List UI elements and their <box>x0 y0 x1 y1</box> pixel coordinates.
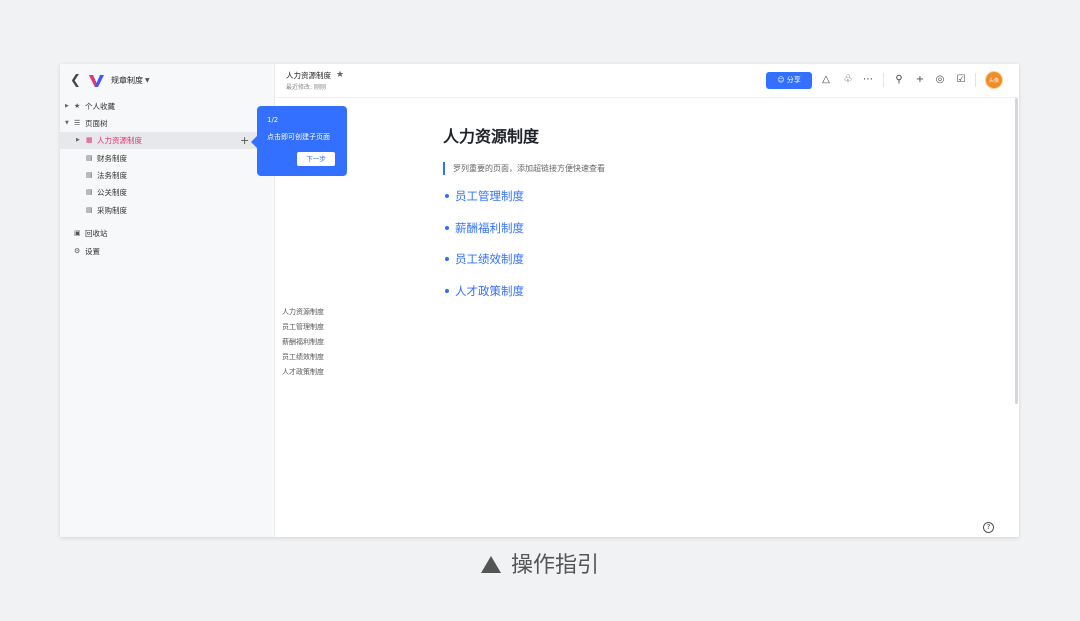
location-pin-icon[interactable]: ◎ <box>933 73 947 87</box>
sidebar-item-label: 人力资源制度 <box>97 136 142 145</box>
user-icon: ☺ <box>777 76 785 84</box>
trophy-icon[interactable]: △ <box>819 73 833 87</box>
link-item[interactable]: 员工绩效制度 <box>443 251 524 283</box>
doc-meta: 最近修改: 刚刚 <box>286 84 326 91</box>
outline-item[interactable]: 薪酬福利制度 <box>282 335 324 350</box>
next-step-button[interactable]: 下一步 <box>297 152 335 166</box>
outline-item[interactable]: 人才政策制度 <box>282 365 324 380</box>
expand-arrow-icon[interactable]: ▶ <box>76 132 80 149</box>
more-icon[interactable]: ⋯ <box>861 73 875 87</box>
document-icon: ▦ <box>86 136 93 144</box>
favorite-star-icon[interactable]: ★ <box>336 70 344 80</box>
sidebar-item-legal[interactable]: ▤ 法务制度 <box>60 167 275 184</box>
sidebar-item-label: 公关制度 <box>97 188 127 197</box>
guide-text: 点击即可创建子页面 <box>267 133 330 141</box>
plus-icon[interactable]: + <box>913 73 927 87</box>
document-icon: ▤ <box>86 206 93 214</box>
sidebar-item-finance[interactable]: ▤ 财务制度 <box>60 150 275 167</box>
document-icon: ▤ <box>86 154 93 162</box>
trash-icon: ▣ <box>74 229 81 237</box>
help-icon[interactable]: ? <box>983 522 994 533</box>
app-window: ❮ 规章制度 ▼ ▶ ★ 个人收藏 ▼ ☰ 页面树 ▶ ▦ 人力资源制度 + ▤… <box>60 64 1019 537</box>
outline-item[interactable]: 员工绩效制度 <box>282 350 324 365</box>
divider <box>975 73 976 87</box>
gear-icon: ⚙ <box>74 247 81 255</box>
quote-block: 罗列重要的页面，添加超链接方便快速查看 <box>443 162 605 175</box>
scrollbar[interactable] <box>1015 98 1018 404</box>
caption: 操作指引 <box>0 549 1080 583</box>
checkbox-icon[interactable]: ☑ <box>954 73 968 87</box>
top-bar: 人力资源制度 ★ 最近修改: 刚刚 ☺ 分享 △ ♧ ⋯ ⚲ + ◎ ☑ 头像 <box>275 64 1019 98</box>
sidebar-item-label: 回收站 <box>85 229 108 238</box>
outline-panel: 人力资源制度 员工管理制度 薪酬福利制度 员工绩效制度 人才政策制度 <box>282 305 324 380</box>
sidebar-item-favorites[interactable]: ▶ ★ 个人收藏 <box>60 98 275 115</box>
avatar[interactable]: 头像 <box>985 71 1003 89</box>
sidebar-item-label: 页面树 <box>85 119 108 128</box>
share-button[interactable]: ☺ 分享 <box>766 72 812 89</box>
logo-icon <box>89 75 104 87</box>
collapse-arrow-icon[interactable]: ▼ <box>65 115 69 132</box>
link-list: 员工管理制度 薪酬福利制度 员工绩效制度 人才政策制度 <box>443 188 524 314</box>
bell-icon[interactable]: ♧ <box>841 73 855 87</box>
outline-item[interactable]: 员工管理制度 <box>282 320 324 335</box>
sidebar-item-trash[interactable]: ▣ 回收站 <box>60 225 275 242</box>
divider <box>883 73 884 87</box>
share-label: 分享 <box>786 76 801 84</box>
caret-down-icon[interactable]: ▼ <box>145 75 150 87</box>
star-icon: ★ <box>74 102 81 110</box>
outline-item[interactable]: 人力资源制度 <box>282 305 324 320</box>
document-icon: ▤ <box>86 188 93 196</box>
sidebar-item-label: 采购制度 <box>97 206 127 215</box>
sidebar-item-settings[interactable]: ⚙ 设置 <box>60 243 275 260</box>
add-child-page-icon[interactable]: + <box>240 132 249 149</box>
doc-title: 人力资源制度 <box>286 71 331 80</box>
sidebar-item-page-tree[interactable]: ▼ ☰ 页面树 <box>60 115 275 132</box>
page-title: 人力资源制度 <box>443 127 540 146</box>
guide-step: 1/2 <box>267 116 279 124</box>
caption-text: 操作指引 <box>510 553 599 578</box>
expand-arrow-icon[interactable]: ▶ <box>65 98 69 115</box>
link-item[interactable]: 人才政策制度 <box>443 283 524 315</box>
sidebar-item-label: 财务制度 <box>97 154 127 163</box>
back-arrow-icon[interactable]: ❮ <box>70 73 81 89</box>
sidebar-item-procurement[interactable]: ▤ 采购制度 <box>60 202 275 219</box>
sidebar-item-label: 法务制度 <box>97 171 127 180</box>
link-item[interactable]: 薪酬福利制度 <box>443 220 524 252</box>
link-item[interactable]: 员工管理制度 <box>443 188 524 220</box>
sidebar-item-label: 个人收藏 <box>85 102 115 111</box>
triangle-icon <box>480 556 501 573</box>
document-icon: ▤ <box>86 171 93 179</box>
space-name[interactable]: 规章制度 <box>111 75 143 87</box>
sidebar-item-label: 设置 <box>85 247 100 256</box>
onboarding-tooltip: 1/2 点击即可创建子页面 下一步 <box>251 106 347 176</box>
sidebar-item-pr[interactable]: ▤ 公关制度 <box>60 184 275 201</box>
sidebar-item-hr-policy[interactable]: ▶ ▦ 人力资源制度 + <box>60 132 275 149</box>
sidebar: ❮ 规章制度 ▼ ▶ ★ 个人收藏 ▼ ☰ 页面树 ▶ ▦ 人力资源制度 + ▤… <box>60 64 275 537</box>
main-content: 人力资源制度 员工管理制度 薪酬福利制度 员工绩效制度 人才政策制度 人力资源制… <box>275 98 1019 537</box>
sidebar-header: ❮ 规章制度 ▼ <box>60 64 275 98</box>
tree-icon: ☰ <box>74 119 81 127</box>
search-icon[interactable]: ⚲ <box>892 73 906 87</box>
